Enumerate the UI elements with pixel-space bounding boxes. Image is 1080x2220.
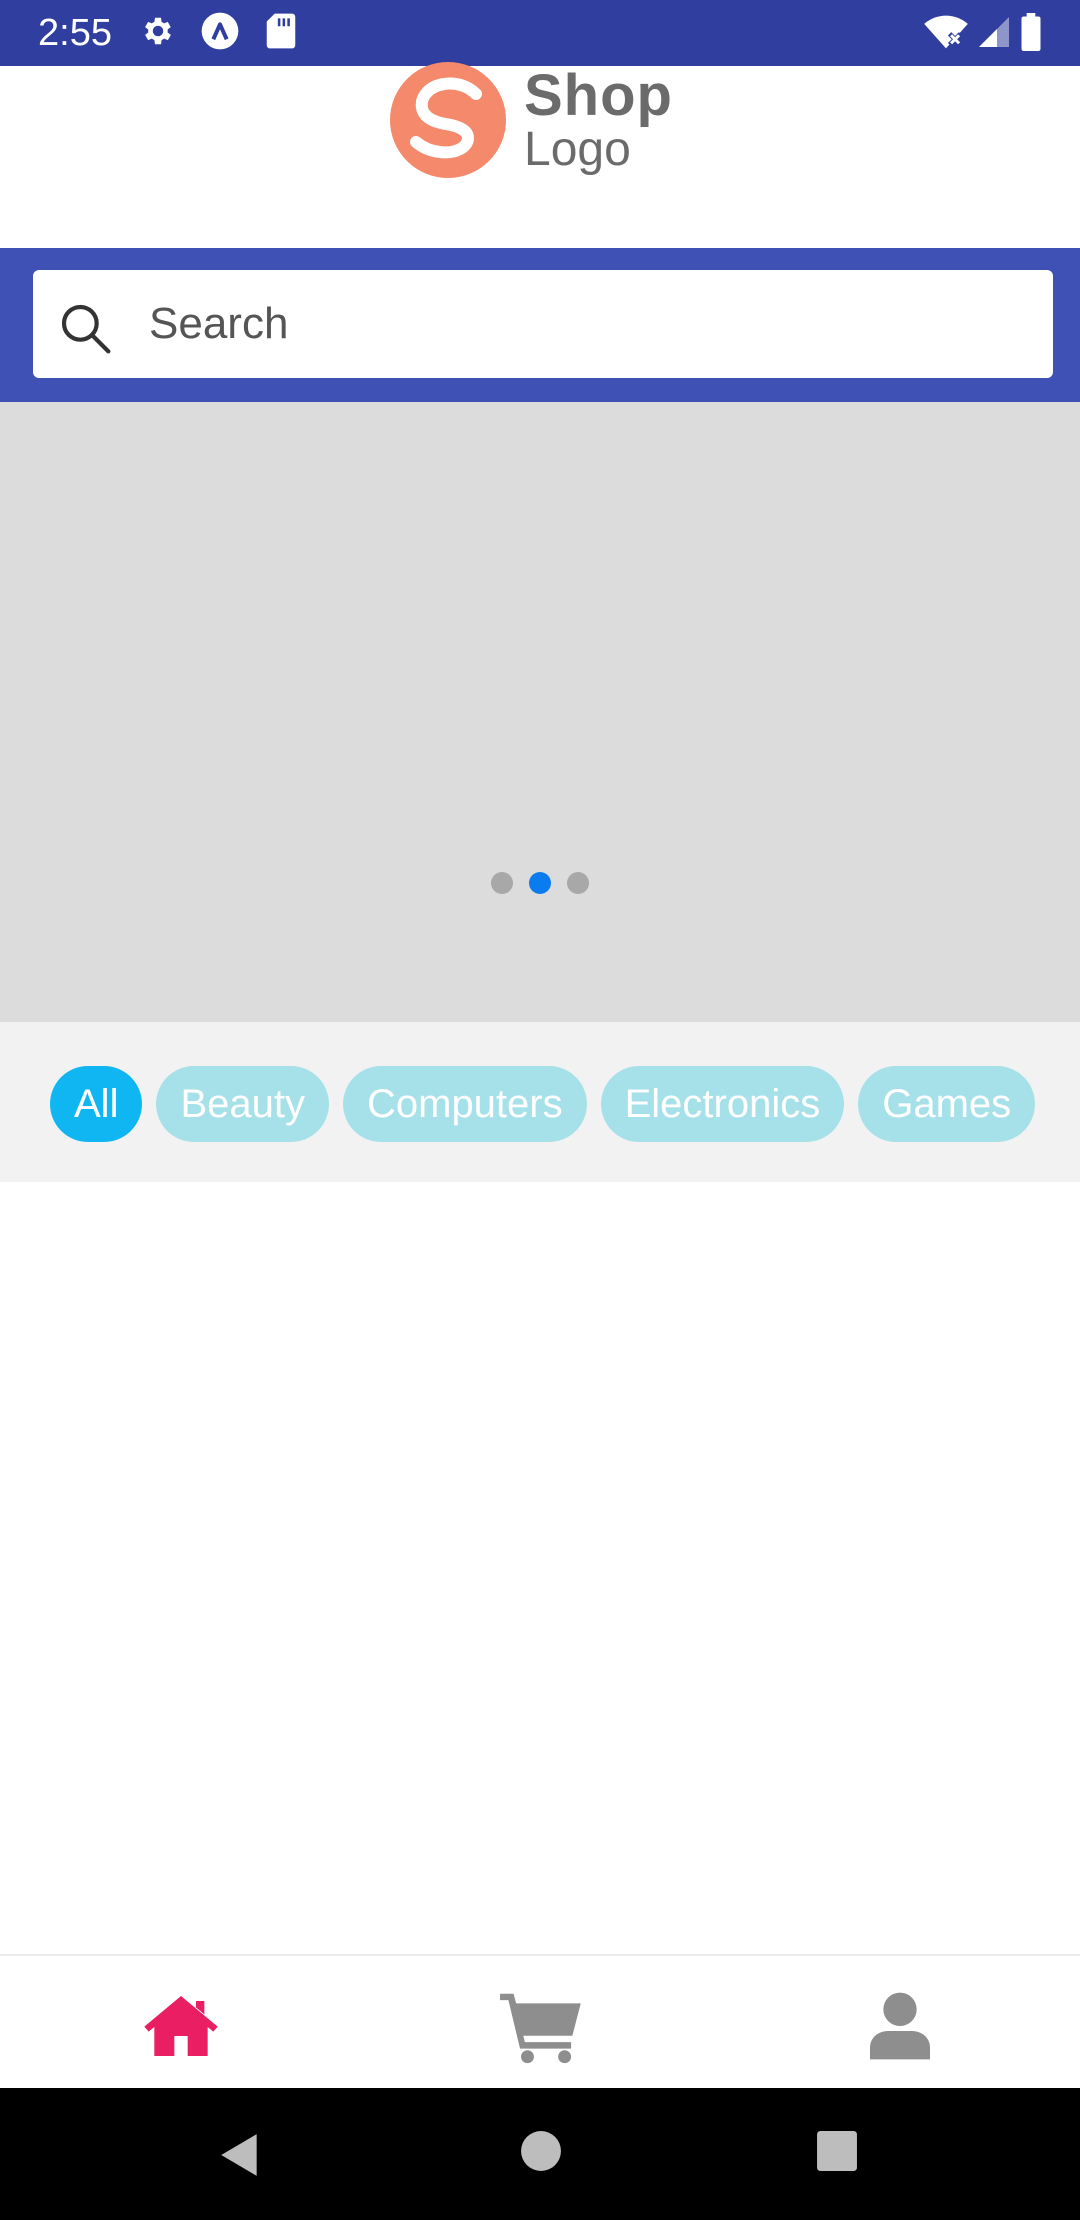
search-bar <box>0 248 1080 402</box>
category-chip-all[interactable]: All <box>50 1066 143 1142</box>
banner-carousel[interactable] <box>0 402 1080 1022</box>
search-box[interactable] <box>33 270 1053 378</box>
logo-text-primary: Shop <box>524 63 673 128</box>
wifi-icon <box>924 12 968 57</box>
system-nav-bar <box>0 2088 1080 2220</box>
accessibility-icon <box>200 11 240 56</box>
back-icon[interactable] <box>218 2130 262 2185</box>
status-icons-right <box>924 12 1042 57</box>
status-icons-left <box>140 11 298 56</box>
status-time: 2:55 <box>38 11 112 54</box>
logo-text-secondary: Logo <box>524 123 631 176</box>
user-icon[interactable] <box>860 1986 940 2066</box>
sd-card-icon <box>264 12 298 55</box>
category-chip-row: All Beauty Computers Electronics Games <box>50 1066 1036 1142</box>
category-chip-games[interactable]: Games <box>858 1066 1036 1142</box>
shop-logo[interactable]: Shop Logo <box>388 60 708 180</box>
carousel-dot[interactable] <box>567 872 589 894</box>
bottom-nav <box>0 1954 1080 2088</box>
search-input[interactable] <box>149 270 1029 378</box>
carousel-pagination <box>0 872 1080 894</box>
category-filter-bar: All Beauty Computers Electronics Games <box>0 1022 1080 1182</box>
logo-header: Shop Logo <box>0 62 1080 248</box>
category-chip-computers[interactable]: Computers <box>342 1066 587 1142</box>
search-icon <box>57 300 113 356</box>
cart-icon[interactable] <box>500 1986 581 2066</box>
app-screen: 2:55 Shop Logo Search All Beauty Compute… <box>0 0 1080 2220</box>
logo-mark-icon <box>388 60 508 185</box>
carousel-dot[interactable] <box>491 872 513 894</box>
carousel-dot-active[interactable] <box>529 872 551 894</box>
gear-icon <box>140 13 176 54</box>
category-chip-electronics[interactable]: Electronics <box>600 1066 845 1142</box>
home-circle-icon[interactable] <box>520 2130 562 2177</box>
signal-icon <box>976 14 1012 55</box>
battery-icon <box>1020 13 1042 56</box>
home-icon[interactable] <box>141 1986 221 2066</box>
category-chip-beauty[interactable]: Beauty <box>156 1066 329 1142</box>
status-bar: 2:55 <box>0 0 1080 66</box>
recents-icon[interactable] <box>816 2130 858 2177</box>
